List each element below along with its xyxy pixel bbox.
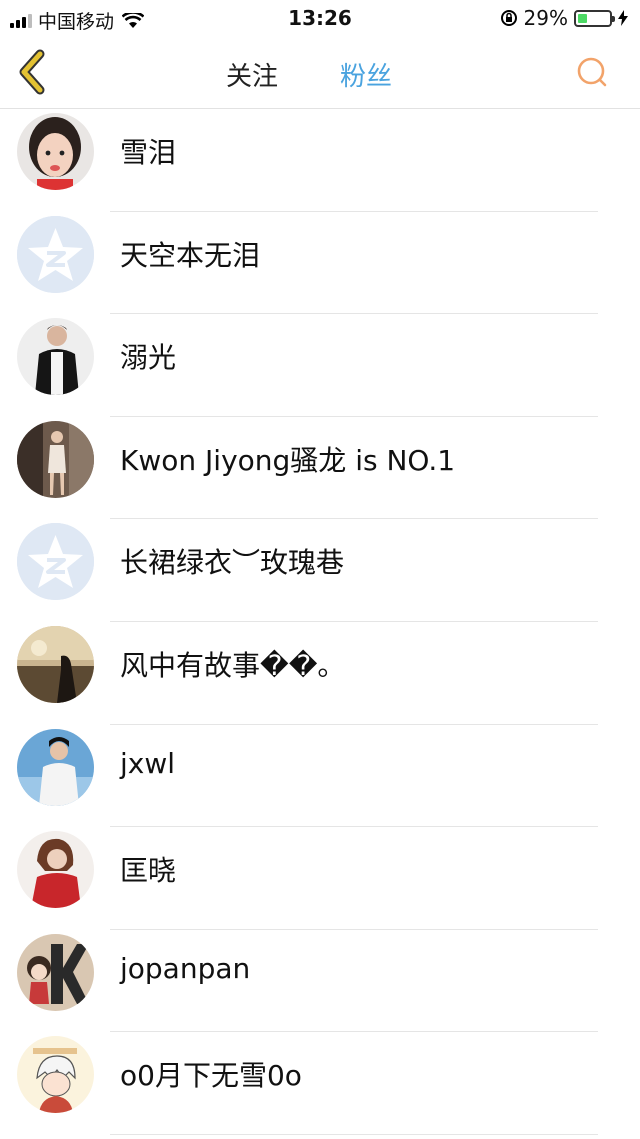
list-item[interactable]: Kwon Jiyong骚龙 is NO.1 bbox=[0, 417, 640, 520]
fan-name: jxwl bbox=[120, 746, 176, 780]
fan-name: 溺光 bbox=[120, 341, 177, 375]
fan-name: 风中有故事��。 bbox=[120, 648, 346, 682]
list-item[interactable]: 溺光 bbox=[0, 314, 640, 417]
avatar[interactable] bbox=[17, 625, 94, 703]
nav-bar: 关注 粉丝 bbox=[0, 36, 640, 109]
fan-name: 天空本无泪 bbox=[120, 238, 261, 272]
avatar[interactable] bbox=[17, 728, 94, 806]
list-item[interactable]: 风中有故事��。 bbox=[0, 622, 640, 725]
avatar[interactable] bbox=[17, 113, 94, 190]
fan-name: 长裙绿衣︶玫瑰巷 bbox=[120, 546, 345, 580]
battery-fill bbox=[578, 13, 587, 23]
avatar[interactable] bbox=[17, 215, 94, 293]
tab-follow[interactable]: 关注 bbox=[226, 56, 278, 93]
avatar[interactable] bbox=[17, 933, 94, 1011]
tab-fans[interactable]: 粉丝 bbox=[340, 56, 392, 93]
list-item[interactable]: o0月下无雪0o bbox=[0, 1032, 640, 1135]
list-item[interactable]: 雪泪 bbox=[0, 109, 640, 212]
fan-name: jopanpan bbox=[120, 951, 251, 985]
avatar[interactable] bbox=[17, 831, 94, 909]
list-item[interactable]: jxwl bbox=[0, 725, 640, 828]
divider bbox=[110, 1133, 598, 1135]
fans-list: 雪泪 天空本无泪 溺光 Kwon Jiyong骚龙 is NO.1 长裙绿衣︶玫… bbox=[0, 109, 640, 1135]
fan-name: Kwon Jiyong骚龙 is NO.1 bbox=[120, 443, 456, 477]
battery-percent: 29% bbox=[523, 6, 568, 30]
fan-name: o0月下无雪0o bbox=[120, 1059, 302, 1093]
list-item[interactable]: jopanpan bbox=[0, 930, 640, 1033]
avatar[interactable] bbox=[17, 523, 94, 601]
fan-name: 匡晓 bbox=[120, 854, 177, 888]
list-item[interactable]: 天空本无泪 bbox=[0, 212, 640, 315]
avatar[interactable] bbox=[17, 318, 94, 396]
list-item[interactable]: 长裙绿衣︶玫瑰巷 bbox=[0, 519, 640, 622]
charging-bolt-icon bbox=[618, 10, 628, 26]
search-button[interactable] bbox=[576, 56, 610, 90]
back-button[interactable] bbox=[14, 48, 54, 96]
battery-icon bbox=[574, 9, 615, 27]
list-item[interactable]: 匡晓 bbox=[0, 827, 640, 930]
qzone-default-icon bbox=[17, 523, 94, 601]
status-bar: 中国移动 13:26 29% bbox=[0, 0, 640, 36]
avatar[interactable] bbox=[17, 420, 94, 498]
fan-name: 雪泪 bbox=[120, 136, 177, 169]
qzone-default-icon bbox=[17, 215, 94, 293]
search-icon bbox=[577, 57, 607, 87]
chevron-left-icon bbox=[19, 49, 45, 95]
rotation-lock-icon bbox=[500, 10, 517, 26]
avatar[interactable] bbox=[17, 1036, 94, 1114]
status-right: 29% bbox=[500, 6, 628, 30]
